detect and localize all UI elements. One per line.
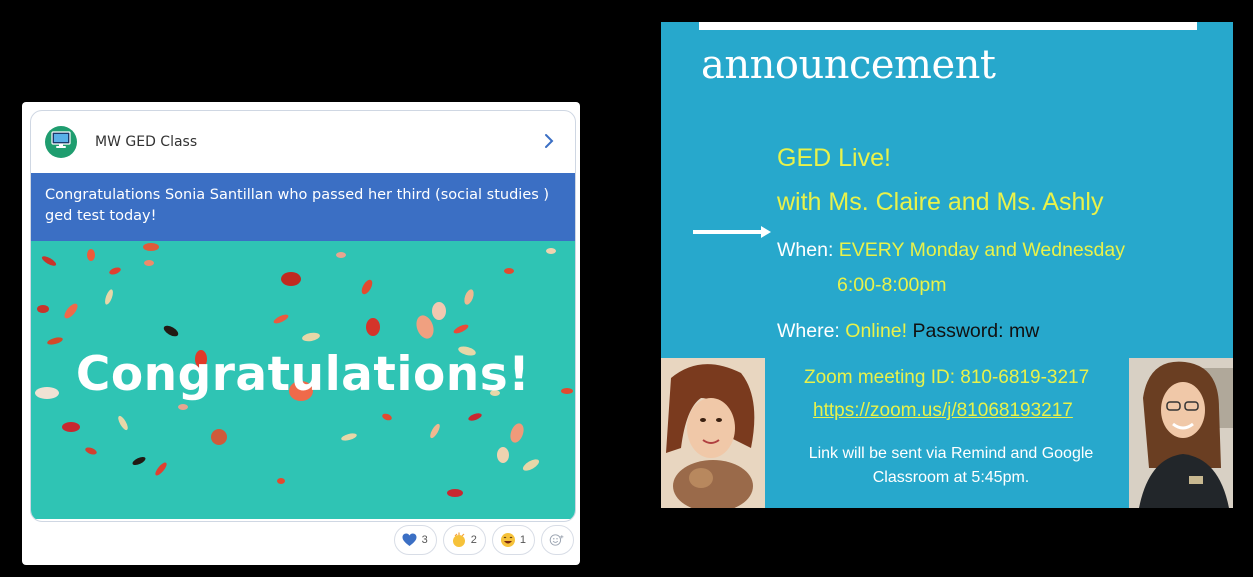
slide-heading: announcement xyxy=(701,42,996,88)
slide-title-line1: GED Live! xyxy=(777,144,891,172)
arrow-right-icon xyxy=(693,226,771,238)
post-header[interactable]: MW GED Class xyxy=(31,111,575,173)
slide-top-bar xyxy=(699,22,1197,30)
class-avatar xyxy=(45,126,77,158)
link-note-line2: Classroom at 5:45pm. xyxy=(872,469,1030,486)
computer-icon xyxy=(51,130,71,154)
congratulations-text: Congratulations! xyxy=(75,347,531,402)
add-reaction-icon xyxy=(549,532,565,548)
where-value: Online! xyxy=(845,320,908,342)
reaction-heart[interactable]: 3 xyxy=(393,525,437,555)
reaction-laugh[interactable]: 1 xyxy=(491,525,535,555)
teacher-photo-left xyxy=(661,358,765,508)
clap-icon xyxy=(451,532,467,548)
slide-title-line2: with Ms. Claire and Ms. Ashly xyxy=(777,188,1104,216)
teacher-photo-right xyxy=(1129,358,1233,508)
when-label: When: xyxy=(777,239,834,261)
congratulations-image: Congratulations! xyxy=(31,241,575,519)
reaction-count: 1 xyxy=(519,534,526,546)
when-row: When: EVERY Monday and Wednesday xyxy=(777,239,1125,262)
time-value: 6:00-8:00pm xyxy=(837,274,947,296)
class-name: MW GED Class xyxy=(95,134,198,150)
heart-icon xyxy=(402,532,418,548)
link-note-line1: Link will be sent via Remind and Google xyxy=(808,445,1094,462)
announcement-slide: announcement GED Live! with Ms. Claire a… xyxy=(661,22,1233,508)
chevron-right-icon[interactable] xyxy=(539,131,559,151)
where-label: Where: xyxy=(777,320,840,342)
reaction-bar: 3 2 1 xyxy=(393,525,574,555)
reaction-count: 3 xyxy=(421,534,428,546)
post-card: MW GED Class Congratulations Sonia Santi… xyxy=(22,102,580,565)
when-value: EVERY Monday and Wednesday xyxy=(838,239,1125,261)
link-note: Link will be sent via Remind and Google … xyxy=(791,442,1111,490)
add-reaction-button[interactable] xyxy=(541,525,574,555)
post-frame[interactable]: MW GED Class Congratulations Sonia Santi… xyxy=(30,110,576,522)
laugh-icon xyxy=(500,532,516,548)
post-message: Congratulations Sonia Santillan who pass… xyxy=(31,173,575,241)
reaction-count: 2 xyxy=(470,534,477,546)
password-text: Password: mw xyxy=(912,320,1040,342)
where-row: Where: Online! Password: mw xyxy=(777,320,1039,343)
screen: MW GED Class Congratulations Sonia Santi… xyxy=(0,0,1253,577)
zoom-meeting-id: Zoom meeting ID: 810-6819-3217 xyxy=(804,367,1090,388)
reaction-clap[interactable]: 2 xyxy=(442,525,486,555)
zoom-link[interactable]: https://zoom.us/j/81068193217 xyxy=(813,400,1073,422)
